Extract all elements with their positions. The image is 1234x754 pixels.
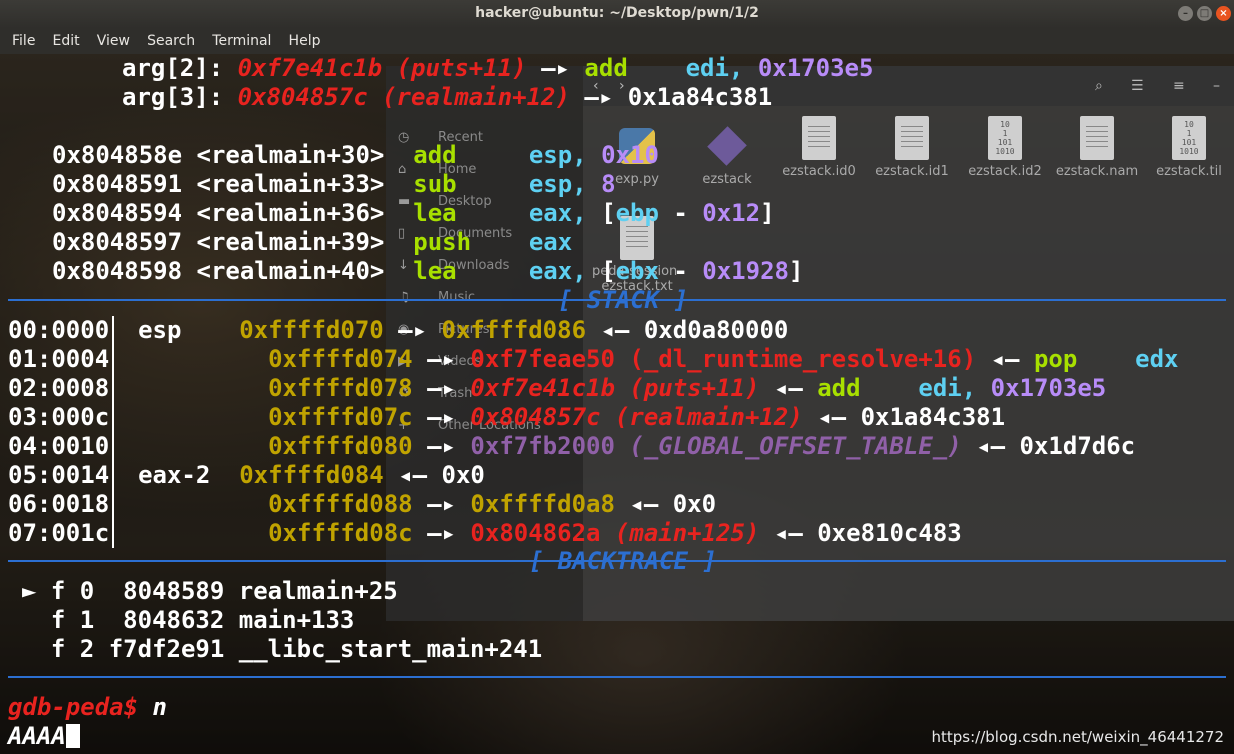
watermark: https://blog.csdn.net/weixin_46441272 <box>931 728 1224 746</box>
stack-row: 04:0010 0xffffd080 —▸ 0xf7fb2000 (_GLOBA… <box>8 432 1136 460</box>
code-line: 0x804858e <realmain+30> add esp, 0x10 <box>52 141 659 169</box>
menu-bar: File Edit View Search Terminal Help <box>0 28 1234 54</box>
gdb-output: arg[2]: 0xf7e41c1b (puts+11) —▸ add edi,… <box>0 54 1234 754</box>
arg-line: arg[3]: 0x804857c (realmain+12) —▸ 0x1a8… <box>122 83 773 111</box>
menu-terminal[interactable]: Terminal <box>212 28 271 54</box>
close-icon[interactable]: × <box>1216 6 1231 21</box>
stack-row: 06:0018 0xffffd088 —▸ 0xffffd0a8 ◂— 0x0 <box>8 490 717 518</box>
window-title: hacker@ubuntu: ~/Desktop/pwn/1/2 <box>475 5 759 21</box>
stack-row: 05:0014 eax-2 0xffffd084 ◂— 0x0 <box>8 461 485 489</box>
menu-search[interactable]: Search <box>147 28 195 54</box>
menu-view[interactable]: View <box>97 28 130 54</box>
code-line: 0x8048598 <realmain+40> lea eax, [ebx - … <box>52 257 804 285</box>
backtrace-frame: ► f 0 8048589 realmain+25 <box>22 577 398 605</box>
stack-row: 02:0008 0xffffd078 —▸ 0xf7e41c1b (puts+1… <box>8 374 1107 402</box>
bottom-separator <box>8 676 1226 678</box>
program-output: AAAA <box>8 722 66 750</box>
stack-separator <box>8 299 1226 301</box>
code-line: 0x8048591 <realmain+33> sub esp, 8 <box>52 170 616 198</box>
maximize-icon[interactable]: □ <box>1197 6 1212 21</box>
program-output-line[interactable]: AAAA <box>8 722 80 751</box>
text-cursor <box>65 724 80 748</box>
stack-divider <box>112 316 114 548</box>
menu-help[interactable]: Help <box>289 28 321 54</box>
menu-edit[interactable]: Edit <box>53 28 80 54</box>
code-line: 0x8048594 <realmain+36> lea eax, [ebp - … <box>52 199 775 227</box>
minimize-icon[interactable]: – <box>1178 6 1193 21</box>
arg-line: arg[2]: 0xf7e41c1b (puts+11) —▸ add edi,… <box>122 54 874 82</box>
gdb-prompt-line[interactable]: gdb-peda$ n <box>8 693 167 722</box>
menu-file[interactable]: File <box>12 28 35 54</box>
terminal-content[interactable]: ◷ Recent ⌂ Home ▬ Desktop ▯ Documents ↓ Downl… <box>0 54 1234 754</box>
stack-row: 03:000c 0xffffd07c —▸ 0x804857c (realmai… <box>8 403 1006 431</box>
terminal-window: hacker@ubuntu: ~/Desktop/pwn/1/2 – □ × F… <box>0 0 1234 754</box>
gdb-command: n <box>152 693 167 721</box>
backtrace-separator <box>8 560 1226 562</box>
backtrace-frame: f 1 8048632 main+133 <box>50 606 355 634</box>
gdb-prompt: gdb-peda$ <box>8 693 139 721</box>
stack-row: 00:0000 esp 0xffffd070 —▸ 0xffffd086 ◂— … <box>8 316 789 344</box>
title-bar: hacker@ubuntu: ~/Desktop/pwn/1/2 – □ × <box>0 0 1234 28</box>
stack-row: 07:001c 0xffffd08c —▸ 0x804862a (main+12… <box>8 519 962 547</box>
stack-row: 01:0004 0xffffd074 —▸ 0xf7feae50 (_dl_ru… <box>8 345 1179 373</box>
code-line: 0x8048597 <realmain+39> push eax <box>52 228 573 256</box>
backtrace-frame: f 2 f7df2e91 __libc_start_main+241 <box>50 635 543 663</box>
